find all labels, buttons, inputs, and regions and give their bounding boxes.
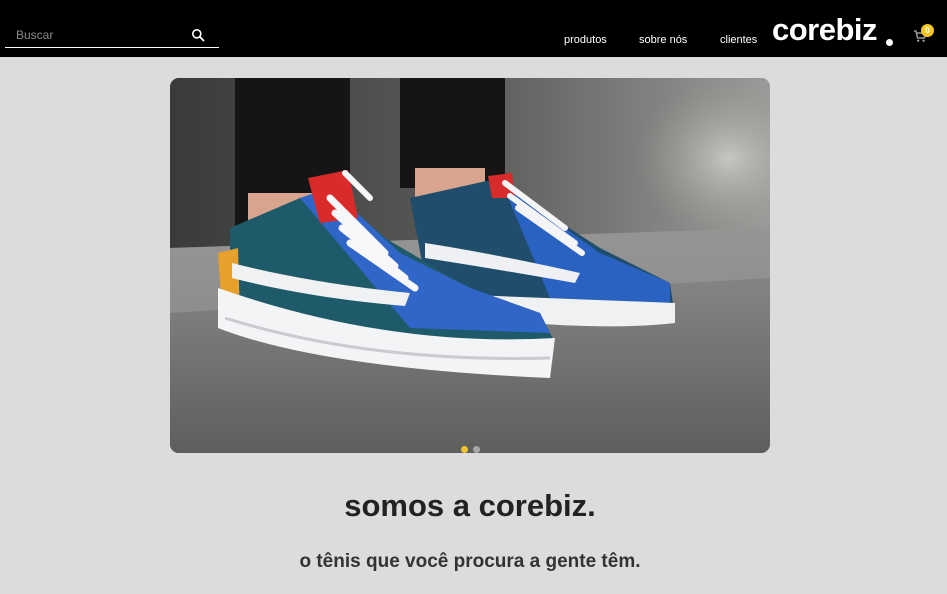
search-input[interactable] <box>5 24 185 46</box>
sneaker-photo <box>170 78 770 453</box>
site-header: produtos sobre nós clientes corebiz 0 <box>0 0 947 57</box>
cart-count-badge: 0 <box>921 24 934 37</box>
search-icon[interactable] <box>191 28 205 42</box>
nav-link-clientes[interactable]: clientes <box>720 34 757 46</box>
page-subtitle: o tênis que você procura a gente têm. <box>299 551 641 572</box>
hero-banner[interactable] <box>170 78 770 453</box>
nav-link-produtos[interactable]: produtos <box>564 34 607 46</box>
logo-dot <box>886 39 893 46</box>
page-title: somos a corebiz. <box>344 488 596 523</box>
nav-link-sobre-nos[interactable]: sobre nós <box>639 34 687 46</box>
carousel-dot-2[interactable] <box>473 446 480 453</box>
brand-logo[interactable]: corebiz <box>772 14 878 45</box>
search-bar <box>5 24 219 48</box>
carousel-dot-1[interactable] <box>461 446 468 453</box>
